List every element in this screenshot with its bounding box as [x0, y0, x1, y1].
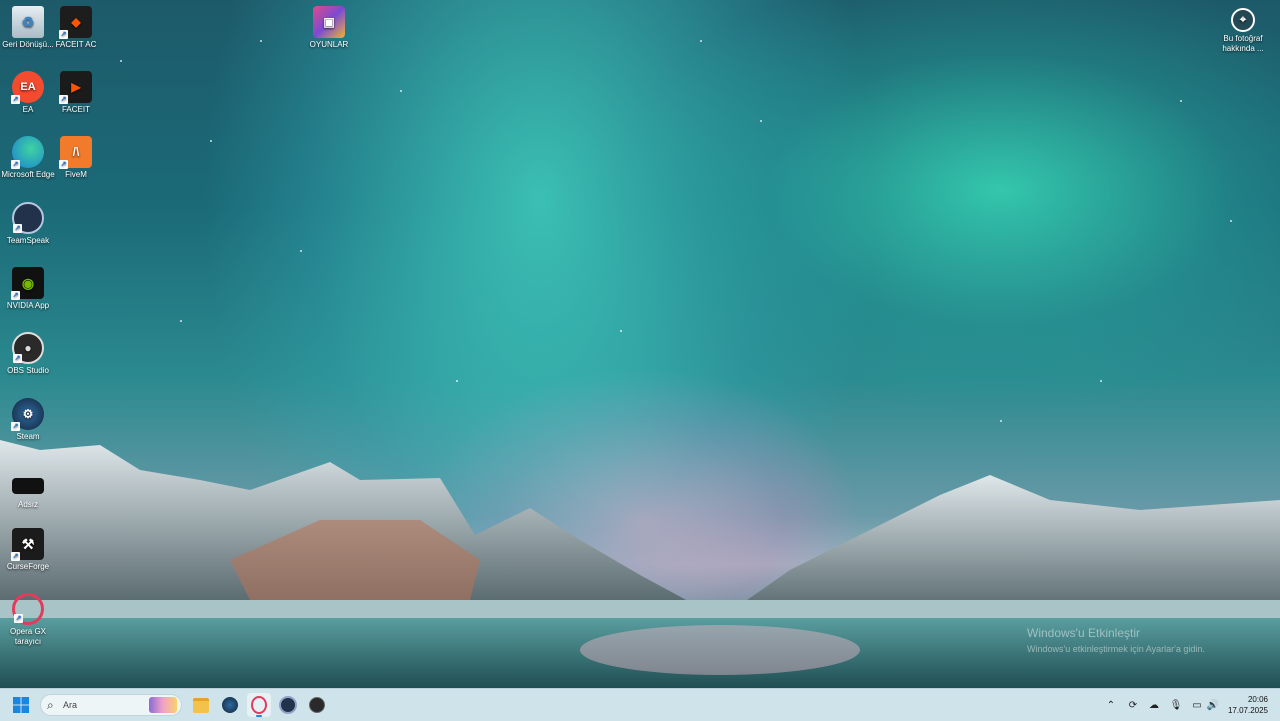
faceit-ac-icon: ◆ ↗: [59, 6, 92, 39]
activation-title: Windows'u Etkinleştir: [1027, 626, 1140, 640]
desktop-icon-about-photo[interactable]: ⌖ Bu fotoğraf hakkında ...: [1213, 8, 1273, 54]
taskbar-file-explorer[interactable]: [189, 693, 213, 717]
desktop-icon-label: Adsız: [17, 500, 38, 509]
desktop-icon-faceit-ac[interactable]: ◆ ↗ FACEIT AC: [48, 6, 104, 50]
desktop-icon-nvidia[interactable]: ◉ ↗ NVIDIA App: [0, 267, 56, 311]
taskbar-teamspeak[interactable]: [276, 693, 300, 717]
teamspeak-icon: ↗: [12, 202, 44, 234]
search-icon: ⌕: [47, 698, 54, 712]
faceit-icon: ▶ ↗: [59, 71, 92, 104]
microphone-icon[interactable]: 🎙: [1169, 698, 1183, 712]
obs-icon: ● ↗: [12, 332, 44, 364]
nvidia-icon: ◉ ↗: [11, 267, 44, 300]
desktop-icon-label: TeamSpeak: [6, 236, 50, 245]
opera-gx-icon: [251, 696, 267, 714]
sync-icon[interactable]: ⟳: [1126, 698, 1140, 712]
activation-subtitle: Windows'u etkinleştirmek için Ayarlar'a …: [1027, 644, 1205, 654]
taskbar: ⌕ Ara ⌃ ⟳ ☁ 🎙 ▭ 🔊 20:06 17.07.2025: [0, 688, 1280, 721]
activation-watermark: Windows'u Etkinleştir Windows'u etkinleş…: [1027, 626, 1205, 654]
desktop-icon-faceit[interactable]: ▶ ↗ FACEIT: [48, 71, 104, 115]
desktop-icon-adsiz[interactable]: Adsız: [0, 470, 56, 510]
desktop-icon-steam[interactable]: ⚙ ↗ Steam: [0, 398, 56, 442]
active-indicator: [256, 715, 262, 717]
desktop-icon-label: Bu fotoğraf hakkında ...: [1222, 34, 1264, 53]
taskbar-obs[interactable]: [305, 693, 329, 717]
desktop-icon-teamspeak[interactable]: ↗ TeamSpeak: [0, 202, 56, 246]
recycle-bin-icon: ♻: [12, 6, 44, 38]
monitor-icon[interactable]: ▭: [1190, 698, 1204, 712]
file-explorer-icon: [193, 697, 209, 713]
desktop-icon-fivem[interactable]: /\ ↗ FiveM: [48, 136, 104, 180]
desktop-icon-label: NVIDIA App: [6, 301, 50, 310]
desktop-icon-obs[interactable]: ● ↗ OBS Studio: [0, 332, 56, 376]
desktop-icon-curseforge[interactable]: ⚒ ↗ CurseForge: [0, 528, 56, 572]
desktop-icon-label: FACEIT AC: [55, 40, 97, 49]
taskbar-opera-gx[interactable]: [247, 693, 271, 717]
search-placeholder: Ara: [63, 700, 78, 710]
volume-icon[interactable]: 🔊: [1206, 698, 1220, 712]
search-box[interactable]: ⌕ Ara: [40, 694, 182, 716]
ea-icon: EA ↗: [11, 71, 44, 104]
about-photo-icon: ⌖: [1231, 8, 1255, 32]
obs-icon: [309, 697, 325, 713]
steam-icon: ⚙ ↗: [11, 398, 44, 431]
desktop-icon-label: FiveM: [65, 170, 87, 179]
desktop-icon-label: OBS Studio: [7, 366, 49, 375]
curseforge-icon: ⚒ ↗: [11, 528, 44, 561]
teamspeak-icon: [279, 696, 297, 714]
desktop: ♻ Geri Dönüşü... ◆ ↗ FACEIT AC ▣ OYUNLAR …: [0, 0, 1280, 688]
clock-date: 17.07.2025: [1227, 706, 1268, 715]
fivem-icon: /\ ↗: [59, 136, 92, 169]
blank-file-icon: [12, 478, 44, 494]
start-button[interactable]: [9, 693, 33, 717]
desktop-icon-label: OYUNLAR: [309, 40, 349, 49]
desktop-icon-label: FACEIT: [61, 105, 90, 114]
cloud-icon[interactable]: ☁: [1147, 698, 1161, 712]
chevron-up-icon[interactable]: ⌃: [1104, 698, 1118, 712]
taskbar-steam[interactable]: [218, 693, 242, 717]
games-folder-icon: ▣: [313, 6, 345, 38]
clock-time: 20:06: [1247, 695, 1268, 704]
edge-icon: ↗: [11, 136, 44, 169]
desktop-icon-label: Steam: [16, 432, 40, 441]
steam-icon: [222, 697, 238, 713]
desktop-icon-label: Opera GX tarayıcı: [9, 627, 46, 646]
desktop-icon-label: CurseForge: [6, 562, 50, 571]
search-highlight-icon: [149, 697, 177, 713]
opera-gx-icon: ↗: [12, 593, 44, 625]
mountain-landscape: [0, 440, 1280, 688]
desktop-icon-oyunlar[interactable]: ▣ OYUNLAR: [301, 6, 357, 50]
clock[interactable]: 20:06 17.07.2025: [1228, 694, 1268, 716]
start-icon: [13, 697, 29, 713]
desktop-icon-opera-gx[interactable]: ↗ Opera GX tarayıcı: [0, 593, 56, 647]
